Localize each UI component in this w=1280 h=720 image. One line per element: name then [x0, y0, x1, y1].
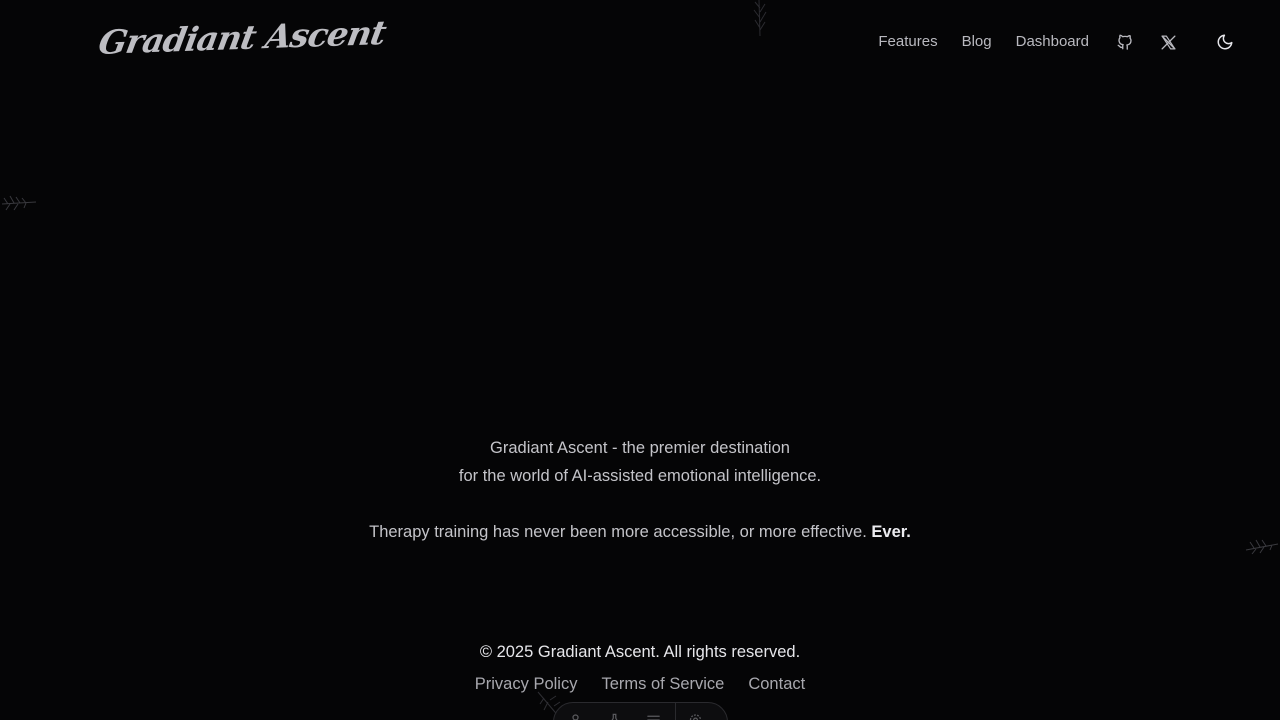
github-icon	[1117, 34, 1132, 50]
site-footer: © 2025 Gradiant Ascent. All rights reser…	[0, 638, 1280, 698]
nav-link-dashboard[interactable]: Dashboard	[1016, 30, 1089, 54]
logo[interactable]: Gradiant Ascent	[96, 13, 389, 62]
x-twitter-icon	[1160, 34, 1176, 50]
main-nav: Features Blog Dashboard	[878, 30, 1256, 54]
footer-link-terms[interactable]: Terms of Service	[601, 670, 724, 698]
nav-link-blog[interactable]: Blog	[962, 30, 992, 54]
theme-toggle-button[interactable]	[1213, 30, 1237, 54]
x-twitter-button[interactable]	[1156, 30, 1180, 54]
github-button[interactable]	[1113, 30, 1137, 54]
menu-icon[interactable]	[646, 711, 661, 720]
hero-section: Gradiant Ascent - the premier destinatio…	[0, 434, 1280, 546]
hero-line-1: Gradiant Ascent - the premier destinatio…	[490, 439, 790, 457]
hero-line-2: for the world of AI-assisted emotional i…	[458, 467, 822, 485]
bottom-dock	[553, 702, 728, 720]
footer-links: Privacy Policy Terms of Service Contact	[0, 670, 1280, 698]
footer-link-contact[interactable]: Contact	[748, 670, 805, 698]
footer-link-privacy[interactable]: Privacy Policy	[475, 670, 578, 698]
hero-tagline-emphasis: Ever.	[871, 523, 911, 541]
page: Gradiant Ascent Features Blog Dashboard	[0, 0, 1280, 720]
nav-link-features[interactable]: Features	[878, 30, 937, 54]
site-header: Gradiant Ascent Features Blog Dashboard	[0, 0, 1280, 84]
hero-tagline: Therapy training has never been more acc…	[0, 518, 1280, 546]
settings-icon[interactable]	[688, 711, 703, 720]
dock-separator	[675, 703, 676, 720]
flask-icon[interactable]	[607, 711, 622, 720]
person-icon[interactable]	[568, 711, 583, 720]
moon-icon	[1217, 34, 1233, 50]
feather-decoration-icon	[1, 195, 37, 211]
hero-tagline-text: Therapy training has never been more acc…	[369, 523, 867, 541]
copyright-text: © 2025 Gradiant Ascent. All rights reser…	[479, 643, 801, 661]
